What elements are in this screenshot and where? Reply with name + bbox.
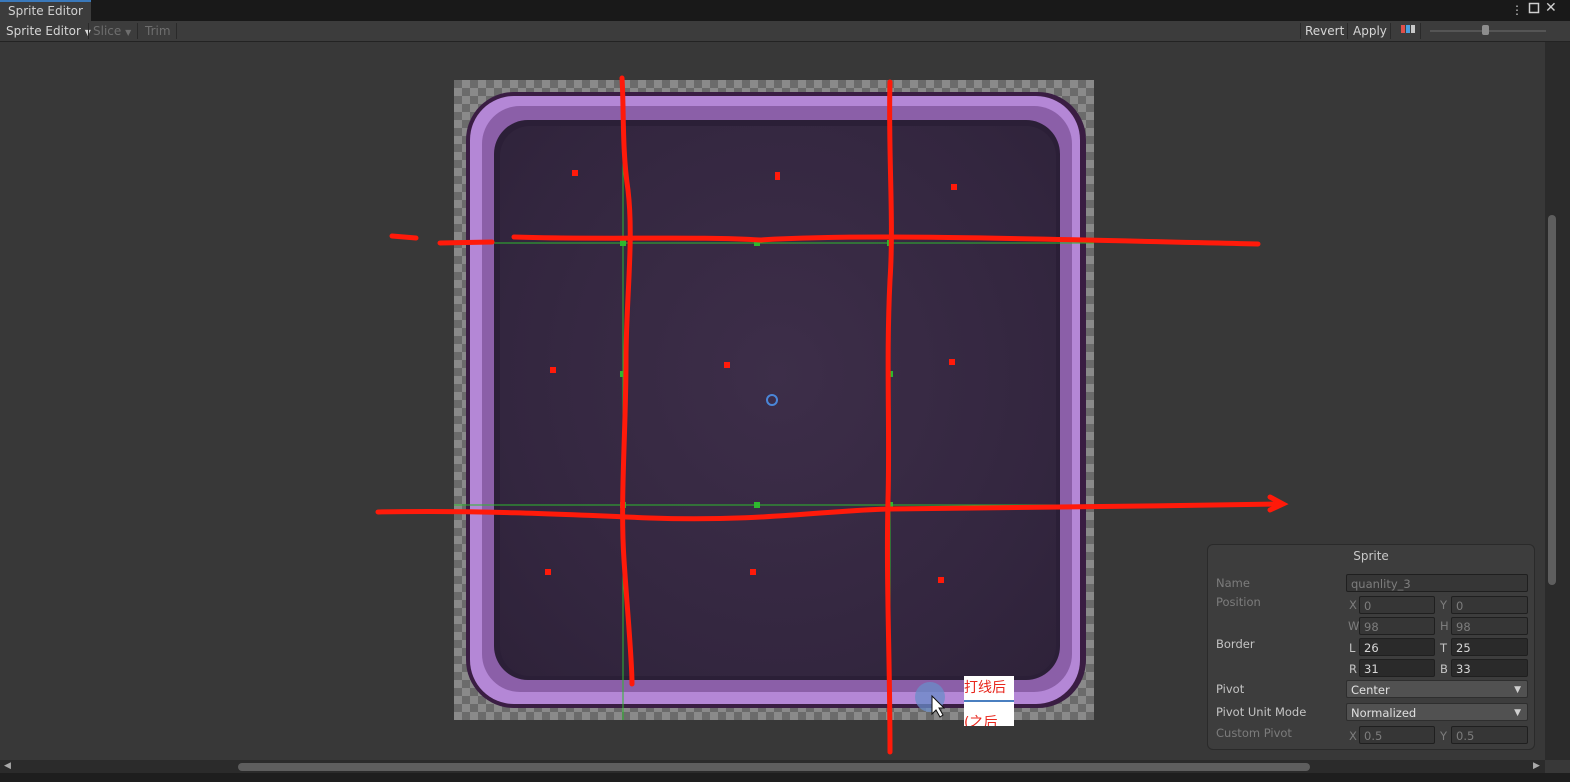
pivot-dropdown[interactable]: Center ▼ bbox=[1346, 680, 1528, 698]
custom-pivot-label: Custom Pivot bbox=[1216, 726, 1292, 740]
red-annotation-dots bbox=[545, 170, 957, 583]
border-label: Border bbox=[1216, 637, 1255, 651]
border-handle[interactable] bbox=[754, 502, 760, 508]
name-label: Name bbox=[1216, 576, 1250, 590]
border-r-label: R bbox=[1349, 662, 1357, 676]
pivot-unit-mode-label: Pivot Unit Mode bbox=[1216, 705, 1307, 719]
pos-x-field[interactable]: 0 bbox=[1359, 596, 1435, 614]
annotation-label: 打线后 (之后 bbox=[964, 676, 1014, 726]
pos-h-field[interactable]: 98 bbox=[1451, 617, 1528, 635]
pivot-label: Pivot bbox=[1216, 682, 1245, 696]
annotation-text-2: (之后 bbox=[964, 715, 998, 726]
border-l-label: L bbox=[1349, 641, 1356, 655]
custom-y-field[interactable]: 0.5 bbox=[1451, 726, 1528, 744]
border-handles bbox=[620, 240, 893, 508]
scroll-right-arrow-icon[interactable]: ▶ bbox=[1533, 760, 1540, 773]
pos-w-label: W bbox=[1348, 619, 1360, 633]
border-r-field[interactable]: 31 bbox=[1359, 659, 1435, 677]
annotation-text-1: 打线后 bbox=[964, 680, 1006, 696]
sprite-inspector-panel: Sprite Name quanlity_3 Position X 0 Y 0 … bbox=[1207, 544, 1535, 750]
bottom-strip bbox=[0, 773, 1570, 782]
border-t-field[interactable]: 25 bbox=[1451, 638, 1528, 656]
chevron-down-icon: ▼ bbox=[1514, 708, 1521, 718]
red-annotation-strokes bbox=[375, 75, 1289, 755]
pos-w-field[interactable]: 98 bbox=[1359, 617, 1435, 635]
chevron-down-icon: ▼ bbox=[1514, 685, 1521, 695]
vertical-scrollbar-thumb[interactable] bbox=[1548, 215, 1556, 585]
name-field[interactable]: quanlity_3 bbox=[1346, 574, 1528, 592]
scroll-left-arrow-icon[interactable]: ◀ bbox=[4, 760, 11, 773]
pivot-handle[interactable] bbox=[766, 394, 778, 406]
pos-x-label: X bbox=[1349, 598, 1357, 612]
position-label: Position bbox=[1216, 595, 1261, 609]
pivot-value: Center bbox=[1351, 683, 1390, 697]
custom-y-label: Y bbox=[1440, 729, 1448, 743]
custom-x-field[interactable]: 0.5 bbox=[1359, 726, 1435, 744]
pos-y-label: Y bbox=[1440, 598, 1448, 612]
pos-h-label: H bbox=[1440, 619, 1449, 633]
pivot-unit-mode-dropdown[interactable]: Normalized ▼ bbox=[1346, 703, 1528, 721]
pos-y-field[interactable]: 0 bbox=[1451, 596, 1528, 614]
border-handle[interactable] bbox=[620, 240, 626, 246]
panel-title: Sprite bbox=[1353, 549, 1389, 563]
horizontal-scrollbar-thumb[interactable] bbox=[238, 763, 1310, 771]
border-b-field[interactable]: 33 bbox=[1451, 659, 1528, 677]
border-guides bbox=[454, 80, 1094, 720]
border-t-label: T bbox=[1440, 641, 1448, 655]
border-l-field[interactable]: 26 bbox=[1359, 638, 1435, 656]
custom-x-label: X bbox=[1349, 729, 1357, 743]
pivot-unit-mode-value: Normalized bbox=[1351, 706, 1417, 720]
border-b-label: B bbox=[1440, 662, 1448, 676]
